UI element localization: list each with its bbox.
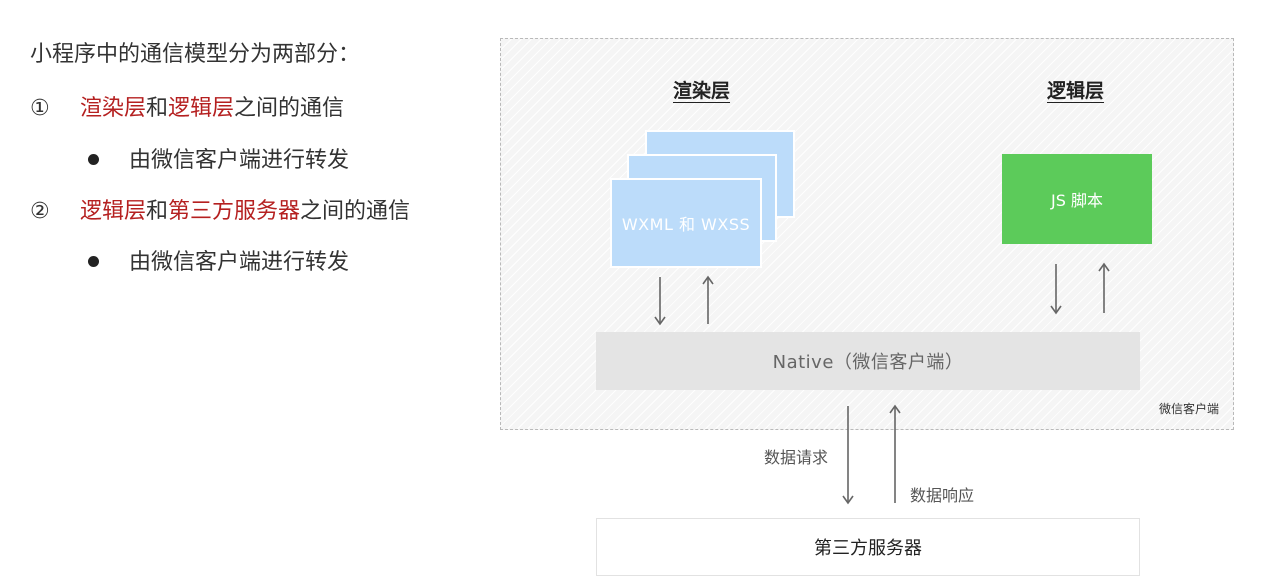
connector-arrows [654, 262, 1110, 505]
slide: 小程序中的通信模型分为两部分： ① 渲染层和逻辑层之间的通信 由微信客户端进行转发… [0, 0, 1266, 581]
